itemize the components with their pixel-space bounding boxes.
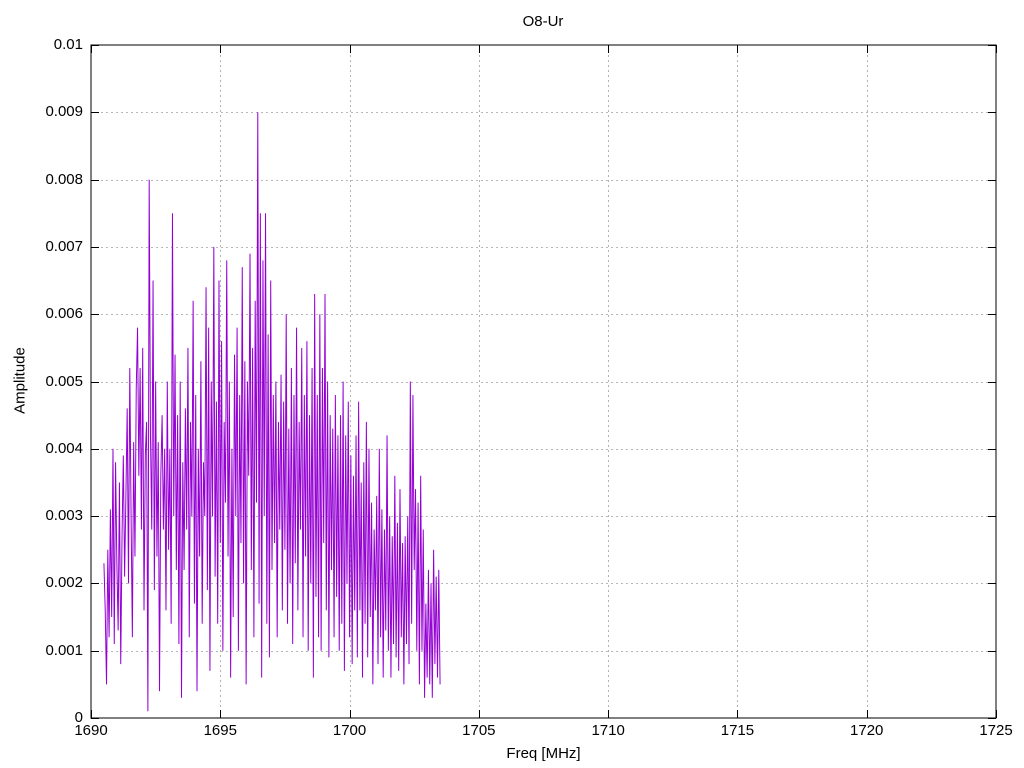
y-tick-label: 0.007: [45, 237, 83, 255]
y-tick-label: 0.002: [45, 574, 83, 592]
x-tick-label: 1705: [462, 722, 496, 739]
y-tick-label: 0.005: [45, 372, 83, 390]
y-tick-label: 0.003: [45, 507, 83, 525]
data-series: [103, 112, 441, 712]
y-tick-label: 0.006: [45, 305, 83, 323]
x-tick-label: 1695: [203, 722, 237, 739]
y-tick-label: 0.004: [45, 439, 83, 457]
y-tick-label: 0.01: [53, 36, 83, 53]
y-tick-label: 0: [74, 709, 83, 726]
y-tick-label: 0.008: [45, 170, 83, 188]
x-axis-label: Freq [MHz]: [506, 745, 581, 762]
x-tick-label: 1720: [850, 722, 884, 739]
x-tick-label: 1715: [720, 722, 755, 739]
grid-lines: [91, 45, 996, 718]
plot-border: [90, 44, 997, 719]
chart-title: O8-Ur: [522, 13, 564, 30]
chart-plot: [90, 44, 997, 719]
x-tick-label: 1700: [332, 722, 367, 739]
y-tick-label: 0.001: [45, 641, 83, 659]
y-tick-label: 0.009: [45, 103, 83, 121]
series-line: [103, 112, 441, 712]
x-tick-label: 1725: [979, 722, 1013, 739]
x-tick-label: 1710: [591, 722, 625, 739]
